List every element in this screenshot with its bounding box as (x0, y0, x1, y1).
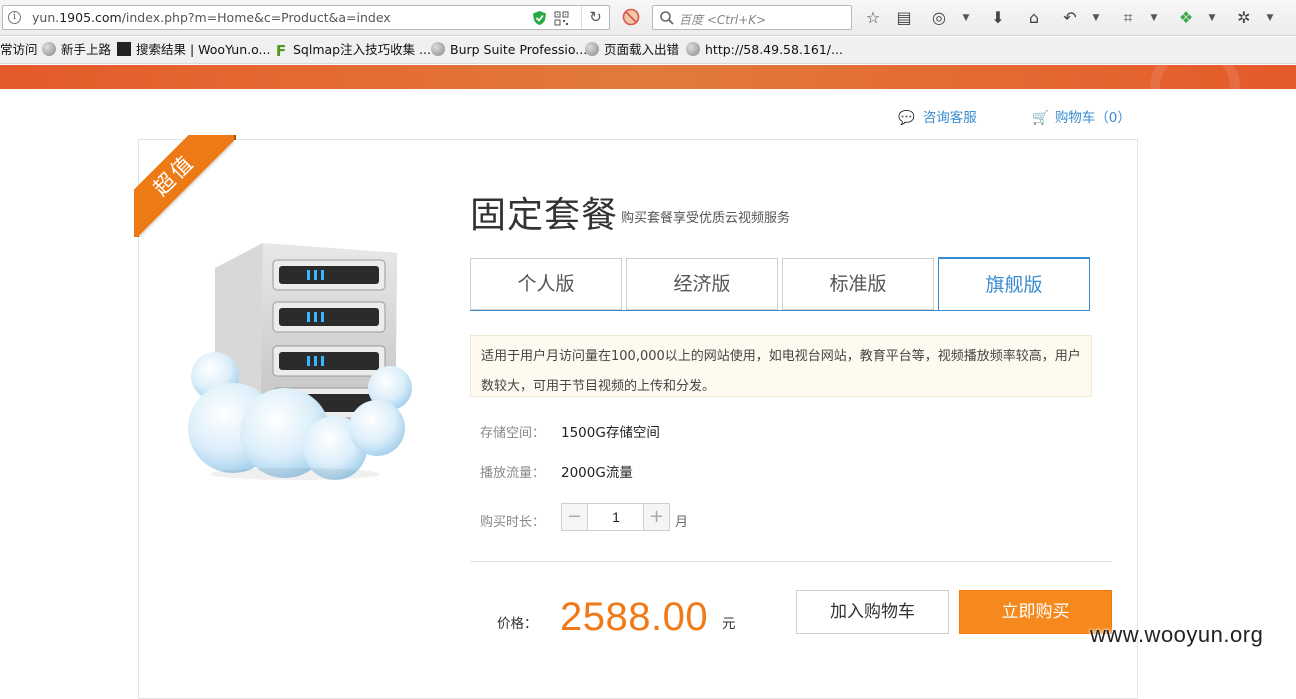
storage-label: 存储空间： (480, 426, 546, 441)
tab-personal[interactable]: 个人版 (470, 258, 622, 310)
bookmark-item[interactable]: 新手上路 (42, 42, 111, 60)
bookmark-label: Sqlmap注入技巧收集 ... (293, 42, 432, 57)
duration-unit: 月 (675, 515, 689, 530)
duration-input[interactable] (589, 504, 643, 530)
globe-icon (431, 42, 445, 56)
site-header-strip (0, 65, 1296, 89)
cart-label: 购物车（0） (1054, 110, 1131, 126)
home-icon[interactable]: ⌂ (1024, 8, 1044, 28)
consult-label: 咨询客服 (922, 110, 977, 126)
divider (470, 561, 1112, 562)
bookmark-label: 常访问 (0, 42, 38, 57)
chevron-down-icon[interactable]: ▼ (961, 8, 971, 28)
bookmark-item[interactable]: 搜索结果 | WooYun.o... (117, 42, 270, 60)
price-label: 价格： (497, 616, 538, 632)
chevron-down-icon[interactable]: ▼ (1149, 8, 1159, 28)
bookmark-label: 新手上路 (61, 42, 112, 57)
server-cloud-illustration (188, 243, 412, 480)
chevron-down-icon[interactable]: ▼ (1265, 8, 1275, 28)
download-icon[interactable]: ⬇ (988, 8, 1008, 28)
bug-icon[interactable]: ✲ (1234, 8, 1254, 28)
url-bar[interactable]: i yun.1905.com/index.php?m=Home&c=Produc… (2, 5, 610, 30)
browser-toolbar: i yun.1905.com/index.php?m=Home&c=Produc… (0, 0, 1296, 36)
chevron-down-icon[interactable]: ▼ (1207, 8, 1217, 28)
plan-description: 适用于用户月访问量在100,000以上的网站使用，如电视台网站，教育平台等，视频… (470, 335, 1092, 397)
reload-icon[interactable]: ↻ (581, 6, 609, 29)
bookmark-item[interactable]: Burp Suite Professio... (431, 42, 587, 60)
adblock-icon[interactable] (622, 8, 640, 26)
tab-flagship[interactable]: 旗舰版 (938, 257, 1090, 310)
price-value: 2588.00 (560, 595, 709, 639)
traffic-label: 播放流量： (480, 466, 546, 481)
addon-icon[interactable]: ❖ (1176, 8, 1196, 28)
currency-label: 元 (722, 616, 736, 632)
bookmark-label: 页面载入出错 (604, 42, 680, 57)
product-subtitle: 购买套餐享受优质云视频服务 (621, 211, 791, 226)
add-to-cart-button[interactable]: 加入购物车 (796, 590, 949, 634)
search-icon[interactable] (659, 10, 675, 26)
watermark: www.wooyun.org (1090, 622, 1264, 647)
decrement-button[interactable]: − (562, 504, 588, 530)
bookmark-item[interactable]: 常访问 (0, 42, 38, 60)
bookmark-label: http://58.49.58.161/... (705, 42, 843, 57)
value-badge-label: 超值 (134, 135, 234, 237)
bookmark-item[interactable]: http://58.49.58.161/... (686, 42, 843, 60)
chat-bubble-icon: 💬 (898, 110, 915, 126)
tab-standard[interactable]: 标准版 (782, 258, 934, 310)
globe-icon (585, 42, 599, 56)
increment-button[interactable]: + (643, 504, 669, 530)
bookmark-item[interactable]: 页面载入出错 (585, 42, 679, 60)
reading-list-icon[interactable]: ▤ (894, 8, 914, 28)
wooyun-icon (117, 42, 131, 56)
shield-icon[interactable] (532, 10, 547, 26)
qr-code-icon[interactable] (554, 11, 569, 26)
url-text[interactable]: yun.1905.com/index.php?m=Home&c=Product&… (32, 10, 391, 25)
bookmark-label: 搜索结果 | WooYun.o... (136, 42, 271, 57)
cart-link[interactable]: 🛒 购物车（0） (1032, 106, 1131, 126)
search-placeholder: 百度 <Ctrl+K> (679, 13, 767, 27)
globe-icon (42, 42, 56, 56)
chevron-down-icon[interactable]: ▼ (1091, 8, 1101, 28)
f-icon: F (275, 42, 287, 60)
tab-economy[interactable]: 经济版 (626, 258, 778, 310)
value-badge: 超值 (134, 135, 234, 237)
traffic-value: 2000G流量 (561, 465, 633, 481)
undo-icon[interactable]: ↶ (1060, 8, 1080, 28)
bookmark-label: Burp Suite Professio... (450, 42, 588, 57)
consult-service-link[interactable]: 💬 咨询客服 (898, 106, 977, 126)
bookmark-item[interactable]: F Sqlmap注入技巧收集 ... (274, 42, 431, 60)
bookmark-star-icon[interactable]: ☆ (863, 8, 883, 28)
duration-stepper: − + (561, 503, 670, 531)
header-decoration (1150, 65, 1240, 89)
bookmarks-bar: 常访问 新手上路 搜索结果 | WooYun.o... F Sqlmap注入技巧收… (0, 37, 1296, 64)
product-title: 固定套餐 (470, 195, 619, 236)
info-icon[interactable]: i (8, 11, 21, 24)
crop-icon[interactable]: ⌗ (1118, 8, 1138, 28)
duration-label: 购买时长： (480, 515, 546, 530)
storage-value: 1500G存储空间 (561, 425, 660, 441)
globe-icon (686, 42, 700, 56)
search-bar[interactable]: 百度 <Ctrl+K> (652, 5, 852, 30)
palette-icon[interactable]: ◎ (929, 8, 949, 28)
cart-icon: 🛒 (1032, 110, 1049, 126)
